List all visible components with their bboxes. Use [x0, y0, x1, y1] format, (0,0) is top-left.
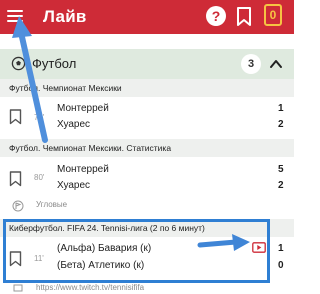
coupon-count: 0	[269, 8, 277, 22]
chevron-up-icon[interactable]	[268, 56, 284, 77]
score-away: 2	[278, 180, 284, 191]
stream-link-line[interactable]: https://www.twitch.tv/tennisififa	[0, 283, 294, 294]
link-icon	[12, 283, 24, 294]
team-away: Хуарес	[57, 119, 91, 130]
score-away: 0	[278, 260, 284, 271]
bookmark-icon[interactable]	[9, 171, 22, 192]
arrow-annotation-menu	[12, 16, 48, 143]
stream-link[interactable]: https://www.twitch.tv/tennisififa	[36, 283, 144, 292]
score-home: 5	[278, 164, 284, 175]
bookmark-icon[interactable]	[236, 7, 252, 32]
score-home: 1	[278, 243, 284, 254]
match-row[interactable]: 80' Монтеррей Хуарес 5 2	[0, 157, 294, 197]
match-time: 80'	[34, 173, 45, 182]
arrow-annotation-video	[197, 234, 250, 251]
score-home: 1	[278, 103, 284, 114]
corner-flag-icon	[12, 200, 24, 214]
team-away: Хуарес	[57, 180, 91, 191]
help-icon[interactable]: ?	[206, 6, 226, 26]
stat-label: Угловые	[36, 200, 68, 209]
sport-count-badge: 3	[241, 54, 261, 74]
coupon-icon[interactable]: 0	[264, 4, 282, 26]
team-home: Монтеррей	[57, 103, 109, 114]
stat-line[interactable]: Угловые	[0, 200, 294, 214]
team-home: Монтеррей	[57, 164, 109, 175]
score-away: 2	[278, 119, 284, 130]
